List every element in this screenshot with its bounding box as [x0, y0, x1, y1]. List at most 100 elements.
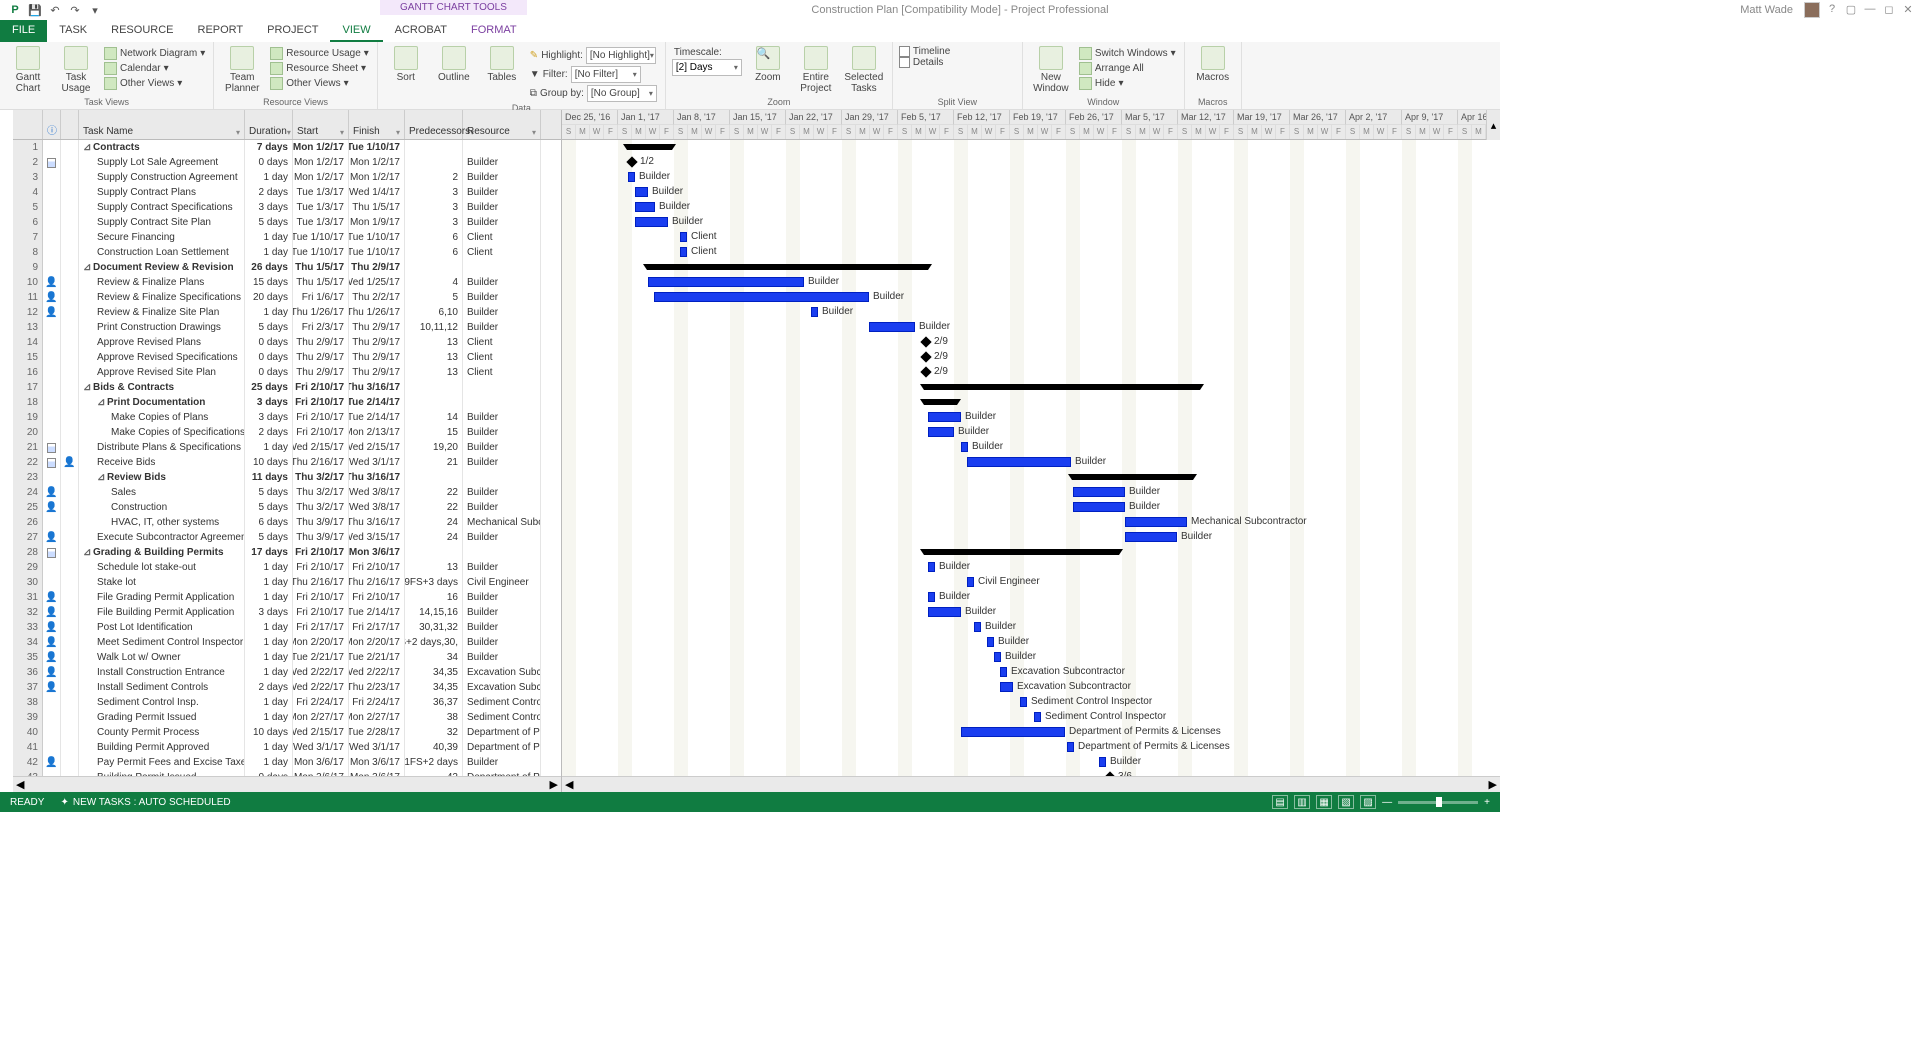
save-icon[interactable]: 💾	[28, 3, 42, 17]
groupby-combo[interactable]: [No Group]▾	[587, 85, 657, 102]
maximize-icon[interactable]: ◻	[1882, 3, 1896, 17]
view-resource-sheet-icon[interactable]: ▧	[1338, 795, 1354, 809]
table-row[interactable]: 7Secure Financing1 dayTue 1/10/17Tue 1/1…	[13, 230, 561, 245]
table-row[interactable]: 40County Permit Process10 daysWed 2/15/1…	[13, 725, 561, 740]
table-row[interactable]: 28⊿Grading & Building Permits17 daysFri …	[13, 545, 561, 560]
table-row[interactable]: 37👤Install Sediment Controls2 daysWed 2/…	[13, 680, 561, 695]
table-row[interactable]: 33👤Post Lot Identification1 dayFri 2/17/…	[13, 620, 561, 635]
summary-bar[interactable]	[647, 264, 928, 270]
summary-bar[interactable]	[924, 549, 1119, 555]
table-row[interactable]: 15Approve Revised Specifications0 daysTh…	[13, 350, 561, 365]
task-bar[interactable]	[1099, 757, 1106, 767]
table-row[interactable]: 35👤Walk Lot w/ Owner1 dayTue 2/21/17Tue …	[13, 650, 561, 665]
view-task-usage-icon[interactable]: ▥	[1294, 795, 1310, 809]
task-bar[interactable]	[1073, 502, 1125, 512]
col-predecessors[interactable]: Predecessors▾	[405, 110, 463, 139]
table-row[interactable]: 36👤Install Construction Entrance1 dayWed…	[13, 665, 561, 680]
task-bar[interactable]	[961, 727, 1065, 737]
task-bar[interactable]	[974, 622, 981, 632]
tables-button[interactable]: Tables	[480, 44, 524, 85]
task-bar[interactable]	[811, 307, 818, 317]
ribbon-collapse-icon[interactable]: ▢	[1844, 3, 1858, 17]
task-bar[interactable]	[1125, 532, 1177, 542]
selected-tasks-button[interactable]: Selected Tasks	[842, 44, 886, 96]
milestone[interactable]	[626, 156, 637, 167]
table-row[interactable]: 16Approve Revised Site Plan0 daysThu 2/9…	[13, 365, 561, 380]
sort-button[interactable]: Sort	[384, 44, 428, 85]
table-row[interactable]: 12👤Review & Finalize Site Plan1 dayThu 1…	[13, 305, 561, 320]
task-bar[interactable]	[1067, 742, 1074, 752]
ribbon-help-icon[interactable]: ?	[1825, 3, 1839, 17]
tab-task[interactable]: TASK	[47, 20, 99, 42]
view-report-icon[interactable]: ▨	[1360, 795, 1376, 809]
other-views-button[interactable]: Other Views▾	[102, 76, 207, 91]
table-row[interactable]: 4Supply Contract Plans2 daysTue 1/3/17We…	[13, 185, 561, 200]
table-row[interactable]: 24👤Sales5 daysThu 3/2/17Wed 3/8/1722Buil…	[13, 485, 561, 500]
task-bar[interactable]	[680, 232, 687, 242]
task-bar[interactable]	[928, 562, 935, 572]
task-bar[interactable]	[967, 577, 974, 587]
timeline-checkbox[interactable]: Timeline	[899, 46, 950, 57]
chart-hscroll[interactable]: ◀▶	[562, 776, 1500, 792]
qat-more-icon[interactable]: ▾	[88, 3, 102, 17]
table-row[interactable]: 2Supply Lot Sale Agreement0 daysMon 1/2/…	[13, 155, 561, 170]
table-row[interactable]: 30Stake lot1 dayThu 2/16/17Thu 2/16/1729…	[13, 575, 561, 590]
vscroll-up[interactable]: ▴	[1486, 110, 1500, 140]
tab-file[interactable]: FILE	[0, 20, 47, 42]
table-row[interactable]: 17⊿Bids & Contracts25 daysFri 2/10/17Thu…	[13, 380, 561, 395]
table-row[interactable]: 8Construction Loan Settlement1 dayTue 1/…	[13, 245, 561, 260]
summary-bar[interactable]	[924, 384, 1200, 390]
redo-icon[interactable]: ↷	[68, 3, 82, 17]
task-bar[interactable]	[928, 412, 961, 422]
details-checkbox[interactable]: Details	[899, 57, 950, 68]
calendar-button[interactable]: Calendar▾	[102, 61, 207, 76]
table-row[interactable]: 5Supply Contract Specifications3 daysTue…	[13, 200, 561, 215]
task-bar[interactable]	[628, 172, 635, 182]
tab-project[interactable]: PROJECT	[255, 20, 330, 42]
entire-project-button[interactable]: Entire Project	[794, 44, 838, 96]
col-start[interactable]: Start▾	[293, 110, 349, 139]
zoom-slider[interactable]	[1398, 801, 1478, 804]
table-row[interactable]: 38Sediment Control Insp.1 dayFri 2/24/17…	[13, 695, 561, 710]
table-row[interactable]: 1⊿Contracts7 daysMon 1/2/17Tue 1/10/17	[13, 140, 561, 155]
col-finish[interactable]: Finish▾	[349, 110, 405, 139]
task-bar[interactable]	[987, 637, 994, 647]
summary-bar[interactable]	[1072, 474, 1193, 480]
gantt-chart-button[interactable]: Gantt Chart	[6, 44, 50, 96]
minimize-icon[interactable]: —	[1863, 3, 1877, 17]
resource-usage-button[interactable]: Resource Usage▾	[268, 46, 371, 61]
zoom-out-icon[interactable]: —	[1382, 797, 1392, 808]
table-row[interactable]: 6Supply Contract Site Plan5 daysTue 1/3/…	[13, 215, 561, 230]
task-bar[interactable]	[967, 457, 1071, 467]
tab-acrobat[interactable]: ACROBAT	[383, 20, 459, 42]
milestone[interactable]	[920, 336, 931, 347]
table-row[interactable]: 29Schedule lot stake-out1 dayFri 2/10/17…	[13, 560, 561, 575]
zoom-button[interactable]: 🔍Zoom	[746, 44, 790, 85]
task-bar[interactable]	[680, 247, 687, 257]
tab-resource[interactable]: RESOURCE	[99, 20, 185, 42]
summary-bar[interactable]	[627, 144, 672, 150]
status-new-tasks[interactable]: ✦NEW TASKS : AUTO SCHEDULED	[60, 797, 230, 808]
macros-button[interactable]: Macros	[1191, 44, 1235, 85]
view-gantt-icon[interactable]: ▤	[1272, 795, 1288, 809]
view-team-planner-icon[interactable]: ▦	[1316, 795, 1332, 809]
filter-combo[interactable]: [No Filter]▾	[571, 66, 641, 83]
tab-report[interactable]: REPORT	[186, 20, 256, 42]
table-row[interactable]: 21Distribute Plans & Specifications1 day…	[13, 440, 561, 455]
task-bar[interactable]	[648, 277, 804, 287]
task-bar[interactable]	[1000, 682, 1013, 692]
switch-windows-button[interactable]: Switch Windows▾	[1077, 46, 1178, 61]
table-row[interactable]: 39Grading Permit Issued1 dayMon 2/27/17M…	[13, 710, 561, 725]
arrange-all-button[interactable]: Arrange All	[1077, 61, 1178, 76]
table-row[interactable]: 18⊿Print Documentation3 daysFri 2/10/17T…	[13, 395, 561, 410]
table-row[interactable]: 41Building Permit Approved1 dayWed 3/1/1…	[13, 740, 561, 755]
task-bar[interactable]	[635, 217, 668, 227]
col-task-name[interactable]: Task Name▾	[79, 110, 245, 139]
table-row[interactable]: 27👤Execute Subcontractor Agreements5 day…	[13, 530, 561, 545]
table-row[interactable]: 3Supply Construction Agreement1 dayMon 1…	[13, 170, 561, 185]
task-bar[interactable]	[869, 322, 915, 332]
table-row[interactable]: 13Print Construction Drawings5 daysFri 2…	[13, 320, 561, 335]
table-row[interactable]: 26HVAC, IT, other systems6 daysThu 3/9/1…	[13, 515, 561, 530]
task-bar[interactable]	[961, 442, 968, 452]
team-planner-button[interactable]: Team Planner	[220, 44, 264, 96]
